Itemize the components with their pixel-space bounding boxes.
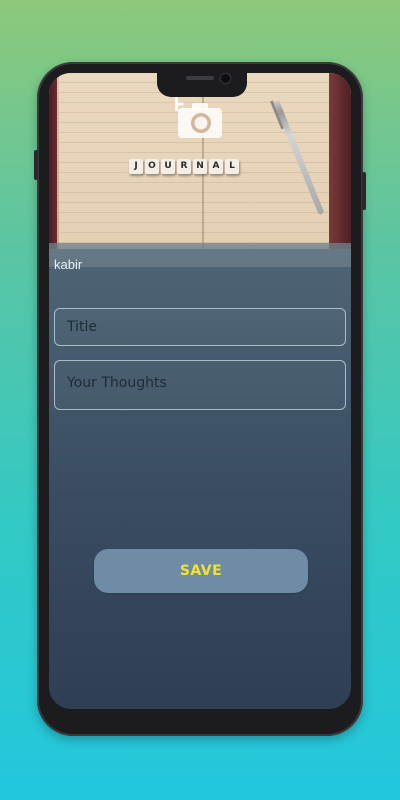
save-button[interactable]: SAVE bbox=[94, 549, 308, 593]
letter-tile: R bbox=[177, 159, 191, 174]
binder-edge-right bbox=[329, 73, 351, 249]
letter-tile: A bbox=[209, 159, 223, 174]
phone-notch bbox=[157, 71, 247, 97]
letter-tile: J bbox=[129, 159, 143, 174]
author-name: kabir bbox=[54, 257, 83, 272]
letter-tile: N bbox=[193, 159, 207, 174]
image-caption-strip bbox=[49, 243, 351, 267]
add-photo-camera-icon[interactable] bbox=[175, 95, 227, 143]
letter-tile: U bbox=[161, 159, 175, 174]
earpiece-speaker bbox=[186, 76, 214, 80]
app-screen: J O U R N A L kabir SAVE bbox=[49, 73, 351, 709]
cover-image: J O U R N A L bbox=[49, 73, 351, 249]
title-input[interactable] bbox=[54, 308, 346, 346]
binder-edge-left bbox=[49, 73, 57, 249]
volume-button bbox=[34, 150, 38, 180]
front-camera bbox=[221, 74, 230, 83]
letter-tile: L bbox=[225, 159, 239, 174]
letter-tile: O bbox=[145, 159, 159, 174]
power-button bbox=[362, 172, 366, 210]
journal-letter-tiles: J O U R N A L bbox=[129, 159, 239, 174]
thoughts-input[interactable] bbox=[54, 360, 346, 410]
